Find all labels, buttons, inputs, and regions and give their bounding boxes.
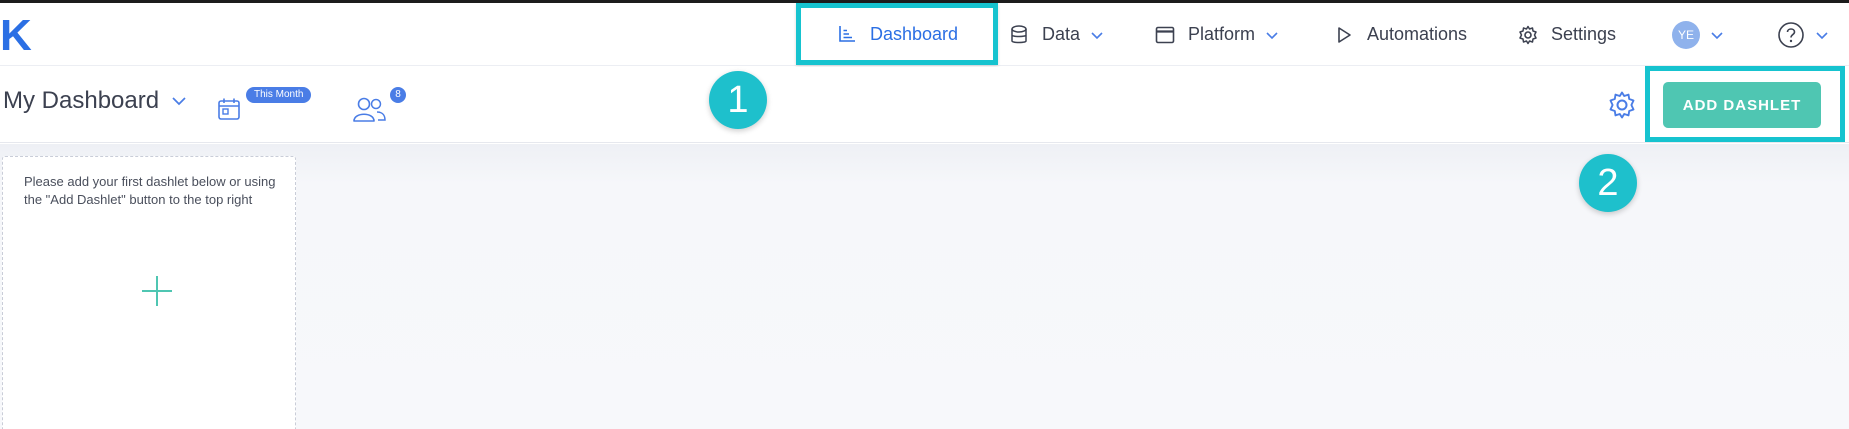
dashboard-selector[interactable]: My Dashboard — [3, 87, 187, 115]
help-icon — [1777, 21, 1805, 49]
shared-users-button[interactable]: 8 — [352, 87, 412, 123]
chevron-down-icon — [1265, 27, 1281, 43]
chevron-down-icon — [1815, 27, 1831, 43]
nav-platform-label: Platform — [1188, 24, 1256, 44]
nav-settings-label: Settings — [1551, 24, 1617, 44]
window-icon — [1154, 24, 1176, 46]
nav-data[interactable]: Data — [1008, 3, 1106, 66]
dashboard-chart-icon — [836, 23, 858, 45]
dashboard-settings-button[interactable] — [1607, 90, 1637, 120]
dashboard-header: My Dashboard This Month 8 — [0, 67, 1849, 143]
dashboard-canvas: Please add your first dashlet below or u… — [0, 144, 1849, 429]
gear-icon — [1517, 24, 1539, 46]
nav-dashboard-label: Dashboard — [869, 23, 959, 44]
database-icon — [1008, 24, 1030, 46]
app-logo[interactable]: K — [0, 11, 32, 61]
dashlet-hint-text: Please add your first dashlet below or u… — [24, 174, 276, 207]
help-menu[interactable] — [1777, 3, 1831, 66]
users-count-badge: 8 — [390, 87, 406, 103]
step-marker-2: 2 — [1579, 154, 1637, 212]
user-menu[interactable]: YE — [1672, 3, 1726, 66]
nav-automations[interactable]: Automations — [1333, 3, 1467, 66]
top-navigation: K Dashboard Data Platform Automations Se… — [0, 3, 1849, 66]
nav-settings[interactable]: Settings — [1517, 3, 1616, 66]
chevron-down-icon — [171, 96, 187, 106]
step-marker-1: 1 — [709, 71, 767, 129]
empty-dashlet-placeholder: Please add your first dashlet below or u… — [2, 156, 296, 429]
add-dashlet-button[interactable]: ADD DASHLET — [1663, 82, 1821, 128]
date-range-badge: This Month — [246, 87, 312, 103]
nav-dashboard[interactable]: Dashboard — [796, 3, 998, 65]
plus-icon[interactable] — [139, 273, 175, 309]
chevron-down-icon — [1710, 27, 1726, 43]
gear-icon — [1607, 91, 1637, 124]
users-icon — [352, 95, 388, 128]
nav-data-label: Data — [1042, 24, 1081, 44]
nav-automations-label: Automations — [1367, 24, 1468, 44]
chevron-down-icon — [1090, 27, 1106, 43]
avatar: YE — [1672, 20, 1700, 49]
calendar-icon — [217, 97, 241, 126]
page-title: My Dashboard — [3, 87, 160, 114]
nav-platform[interactable]: Platform — [1154, 3, 1281, 66]
play-icon — [1333, 24, 1355, 46]
date-range-button[interactable]: This Month — [217, 87, 317, 123]
add-dashlet-highlight: ADD DASHLET — [1645, 66, 1845, 142]
